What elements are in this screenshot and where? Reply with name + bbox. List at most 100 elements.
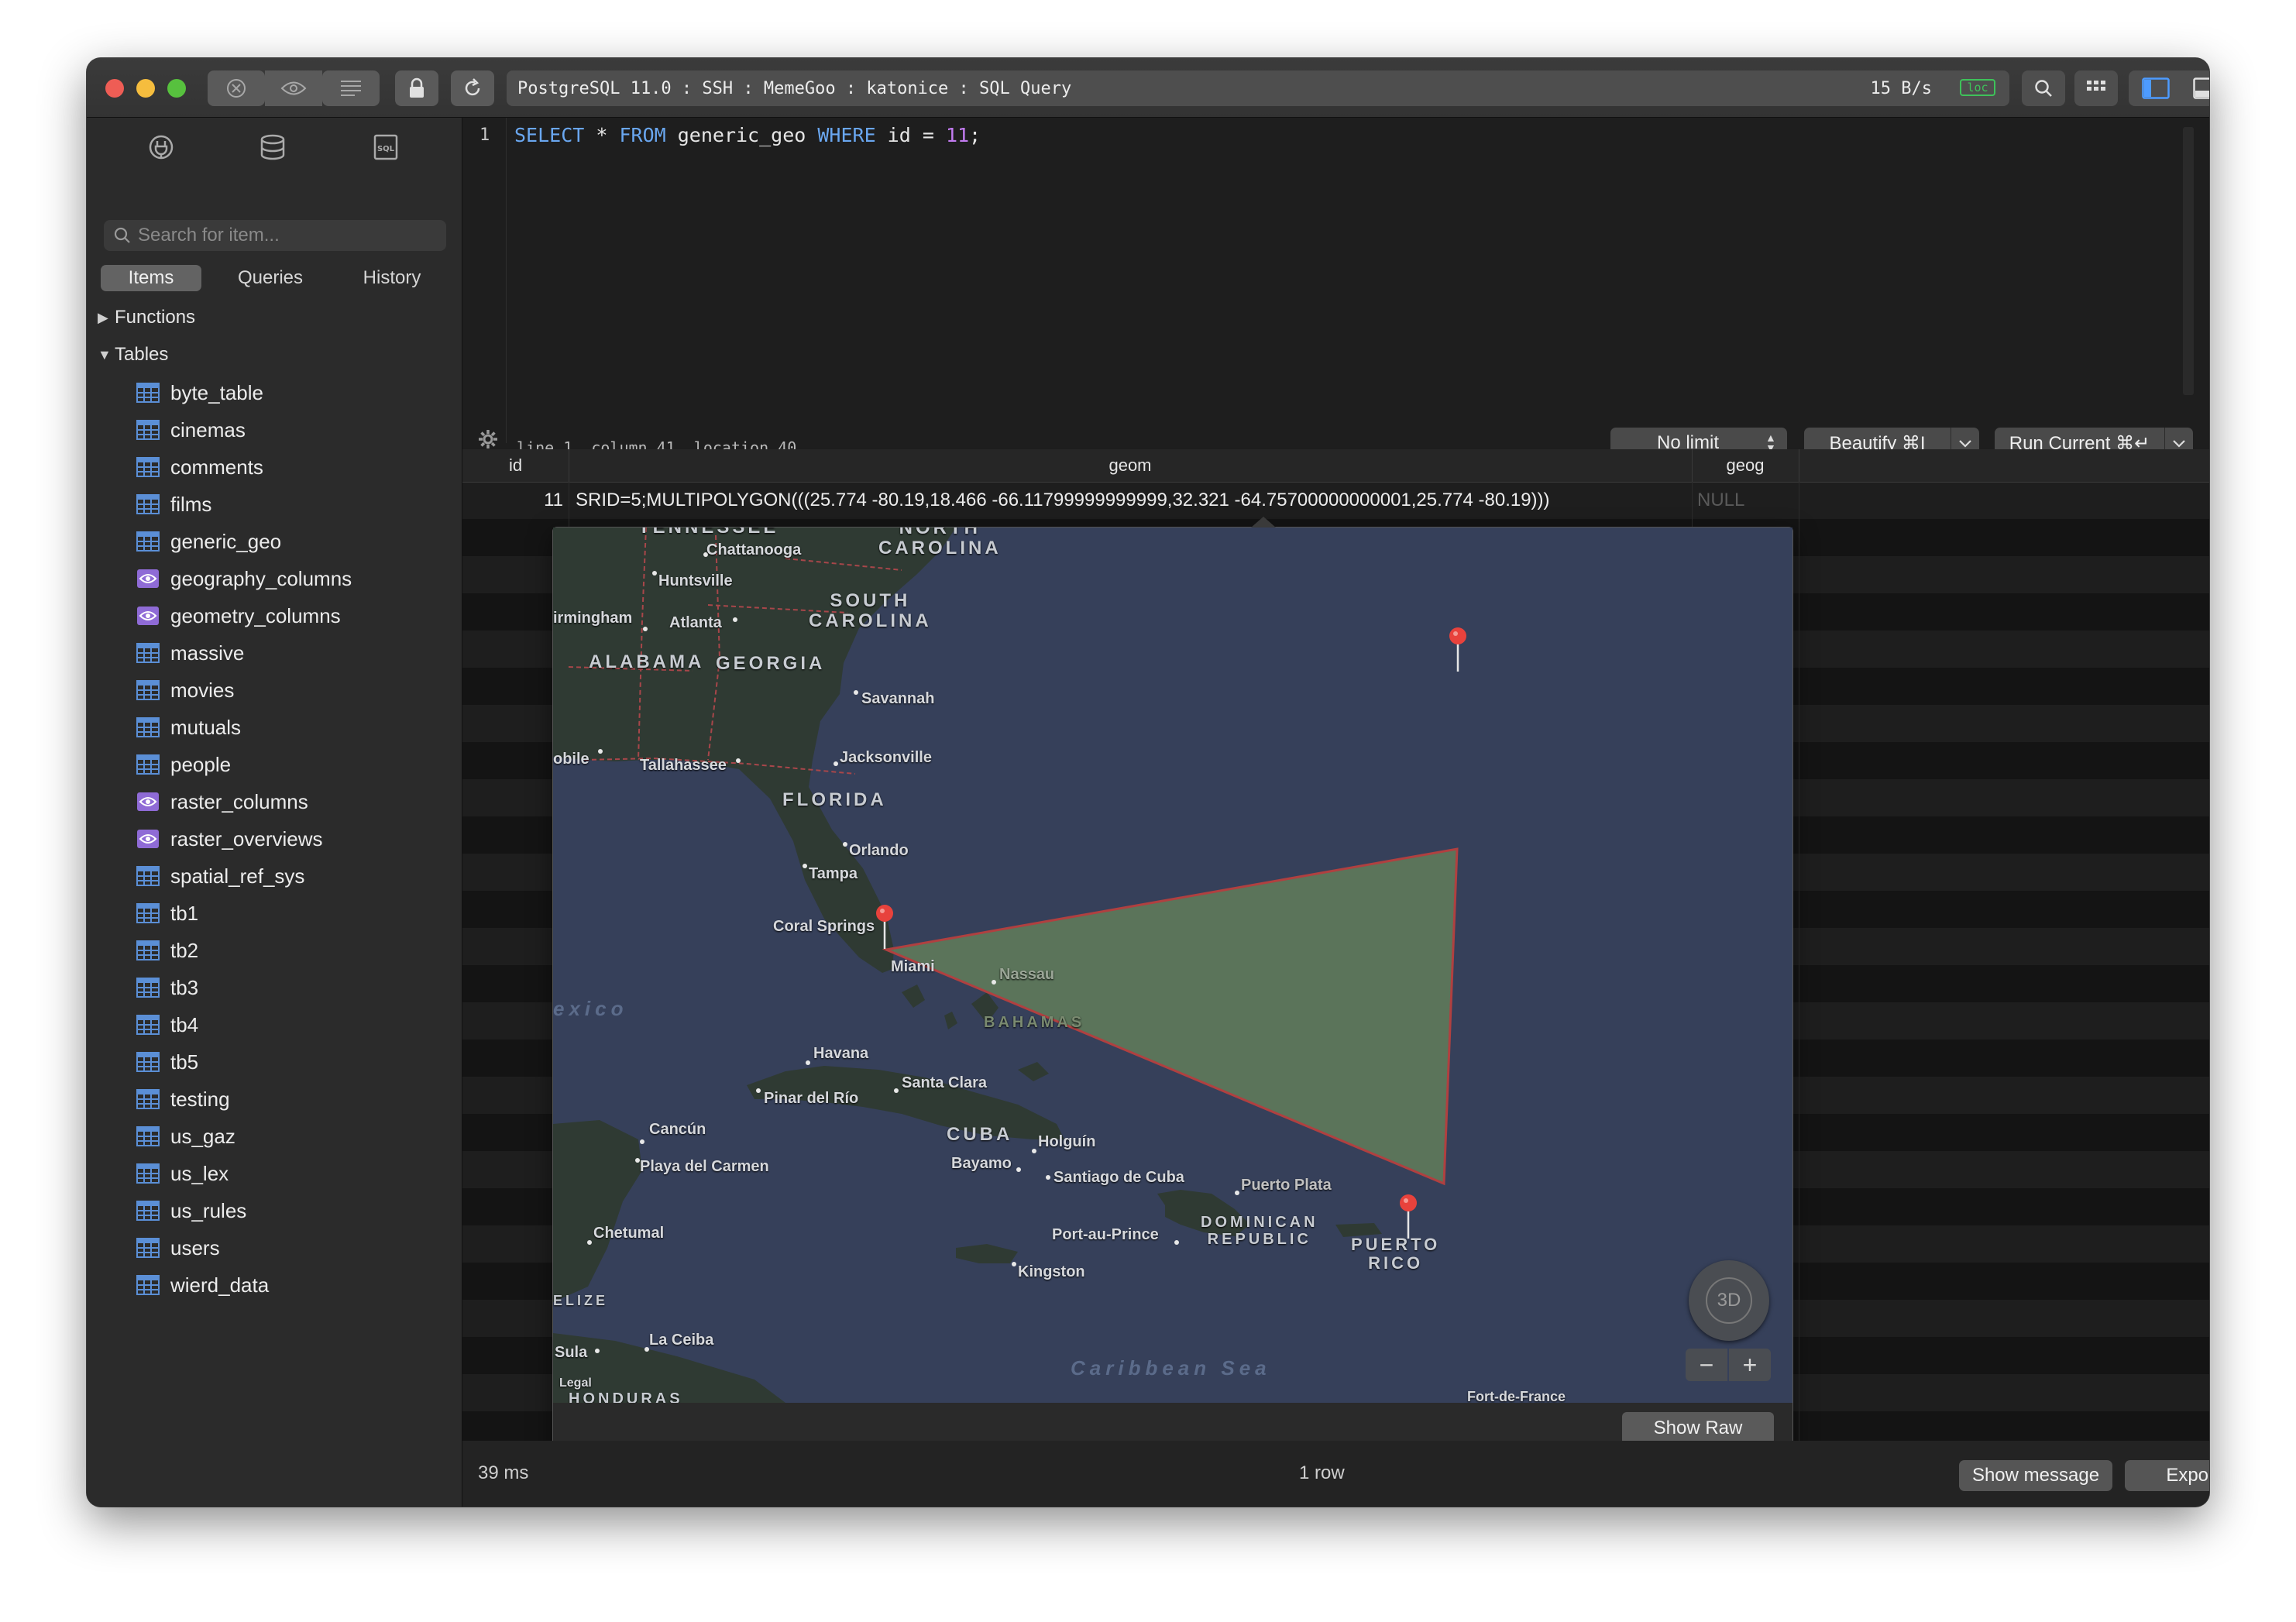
sidebar-item-users[interactable]: users	[136, 1229, 352, 1266]
map-pin[interactable]	[1449, 627, 1467, 673]
toggle-left-panel-button[interactable]	[2132, 70, 2180, 106]
group-tables[interactable]: ▼ Tables	[98, 344, 168, 366]
map-pin[interactable]	[875, 904, 894, 950]
cell-geog[interactable]: NULL	[1697, 490, 1744, 511]
chevron-down-icon[interactable]	[2165, 438, 2193, 448]
sidebar-item-tb1[interactable]: tb1	[136, 895, 352, 932]
show-message-button[interactable]: Show message	[1959, 1460, 2112, 1491]
sidebar-item-byte-table[interactable]: byte_table	[136, 374, 352, 411]
export-button[interactable]: Export...	[2125, 1460, 2209, 1491]
close-window-button[interactable]	[105, 79, 124, 98]
map-label: Bayamo	[951, 1155, 1012, 1172]
tab-items[interactable]: Items	[101, 265, 201, 291]
map-view[interactable]: TENNESSEE NORTH CAROLINA SOUTH CAROLINA …	[553, 527, 1792, 1403]
sidebar-item-us-lex[interactable]: us_lex	[136, 1155, 352, 1192]
preview-button[interactable]	[265, 70, 322, 106]
table-icon	[136, 940, 160, 960]
sidebar-item-comments[interactable]: comments	[136, 448, 352, 486]
sql-code[interactable]: SELECT * FROM generic_geo WHERE id = 11;	[514, 124, 981, 146]
stop-button[interactable]	[208, 70, 265, 106]
results-header: id geom geog	[462, 449, 2209, 483]
group-functions[interactable]: ▶ Functions	[98, 307, 195, 328]
sidebar-item-tb5[interactable]: tb5	[136, 1043, 352, 1081]
sidebar-item-raster-overviews[interactable]: raster_overviews	[136, 820, 352, 857]
sidebar-item-label: us_gaz	[170, 1124, 235, 1148]
cell-id[interactable]: 11	[462, 490, 563, 511]
map-label: Caribbean Sea	[1071, 1356, 1271, 1380]
map-label: Puerto Plata	[1241, 1177, 1332, 1194]
table-icon	[136, 1052, 160, 1072]
sidebar-item-us-rules[interactable]: us_rules	[136, 1192, 352, 1229]
sidebar-item-label: cinemas	[170, 418, 246, 442]
map-label: Huntsville	[658, 572, 733, 589]
zoom-window-button[interactable]	[167, 79, 186, 98]
sidebar-search-input[interactable]	[136, 224, 434, 247]
sidebar-item-us-gaz[interactable]: us_gaz	[136, 1118, 352, 1155]
map-label: Jacksonville	[840, 749, 932, 766]
show-raw-button[interactable]: Show Raw	[1622, 1412, 1774, 1445]
sidebar-item-raster-columns[interactable]: raster_columns	[136, 783, 352, 820]
chevron-down-icon[interactable]	[1951, 438, 1979, 448]
sidebar-item-wierd-data[interactable]: wierd_data	[136, 1266, 352, 1304]
sidebar-item-cinemas[interactable]: cinemas	[136, 411, 352, 448]
svg-text:SQL: SQL	[377, 145, 395, 153]
sidebar-item-massive[interactable]: massive	[136, 634, 352, 672]
sidebar-item-movies[interactable]: movies	[136, 672, 352, 709]
line-gutter: 1	[462, 118, 507, 443]
lines-icon	[341, 81, 361, 96]
minimize-window-button[interactable]	[136, 79, 155, 98]
eye-icon	[280, 81, 307, 95]
map-label: Chetumal	[593, 1225, 665, 1242]
connection-icon[interactable]	[147, 133, 175, 165]
map-label: Holguín	[1038, 1133, 1096, 1150]
refresh-button[interactable]	[451, 70, 494, 106]
sidebar-item-label: us_lex	[170, 1161, 229, 1185]
sidebar-item-geometry-columns[interactable]: geometry_columns	[136, 597, 352, 634]
sidebar-item-label: tb1	[170, 901, 199, 925]
group-tables-label: Tables	[115, 344, 169, 365]
sidebar-item-films[interactable]: films	[136, 486, 352, 523]
sidebar-item-geography-columns[interactable]: geography_columns	[136, 560, 352, 597]
map-label: La Ceiba	[649, 1332, 714, 1349]
map-label: Savannah	[861, 690, 935, 707]
map-label: TENNESSEE	[638, 527, 779, 538]
map-label: PUERTO RICO	[1351, 1235, 1441, 1273]
lock-button[interactable]	[395, 70, 438, 106]
tab-history[interactable]: History	[339, 265, 445, 291]
table-icon	[136, 978, 160, 998]
column-header-geog[interactable]: geog	[1692, 449, 1799, 482]
column-header-geom[interactable]: geom	[569, 449, 1693, 482]
sidebar-item-generic-geo[interactable]: generic_geo	[136, 523, 352, 560]
view-icon	[137, 792, 159, 811]
grid-button[interactable]	[2074, 70, 2118, 106]
format-button[interactable]	[322, 70, 380, 106]
editor-scrollbar[interactable]	[2183, 127, 2194, 395]
sidebar-item-tb2[interactable]: tb2	[136, 932, 352, 969]
sql-editor[interactable]: 1 SELECT * FROM generic_geo WHERE id = 1…	[462, 118, 2209, 466]
map-label: Orlando	[849, 842, 909, 859]
toggle-bottom-panel-button[interactable]	[2183, 70, 2209, 106]
line-number: 1	[479, 125, 490, 145]
code-text: ;	[969, 124, 981, 146]
table-icon	[136, 1126, 160, 1146]
zoom-in-button[interactable]: +	[1729, 1349, 1771, 1381]
sidebar-item-mutuals[interactable]: mutuals	[136, 709, 352, 746]
table-icon	[136, 1201, 160, 1221]
sidebar-item-tb4[interactable]: tb4	[136, 1006, 352, 1043]
sidebar-search[interactable]	[104, 220, 446, 251]
column-header-id[interactable]: id	[462, 449, 569, 482]
sidebar-item-spatial-ref-sys[interactable]: spatial_ref_sys	[136, 857, 352, 895]
map-label: Port-au-Prince	[1052, 1226, 1159, 1243]
3d-toggle[interactable]: 3D	[1706, 1277, 1752, 1324]
database-icon[interactable]	[259, 133, 287, 165]
map-compass[interactable]: 3D	[1689, 1260, 1769, 1341]
sidebar-item-testing[interactable]: testing	[136, 1081, 352, 1118]
sidebar-item-people[interactable]: people	[136, 746, 352, 783]
search-button[interactable]	[2022, 70, 2065, 106]
map-pin[interactable]	[1399, 1194, 1418, 1240]
sql-file-icon[interactable]: SQL	[372, 133, 400, 165]
tab-queries[interactable]: Queries	[220, 265, 321, 291]
zoom-out-button[interactable]: −	[1686, 1349, 1727, 1381]
sidebar-item-tb3[interactable]: tb3	[136, 969, 352, 1006]
cell-geom[interactable]: SRID=5;MULTIPOLYGON(((25.774 -80.19,18.4…	[576, 490, 1550, 511]
